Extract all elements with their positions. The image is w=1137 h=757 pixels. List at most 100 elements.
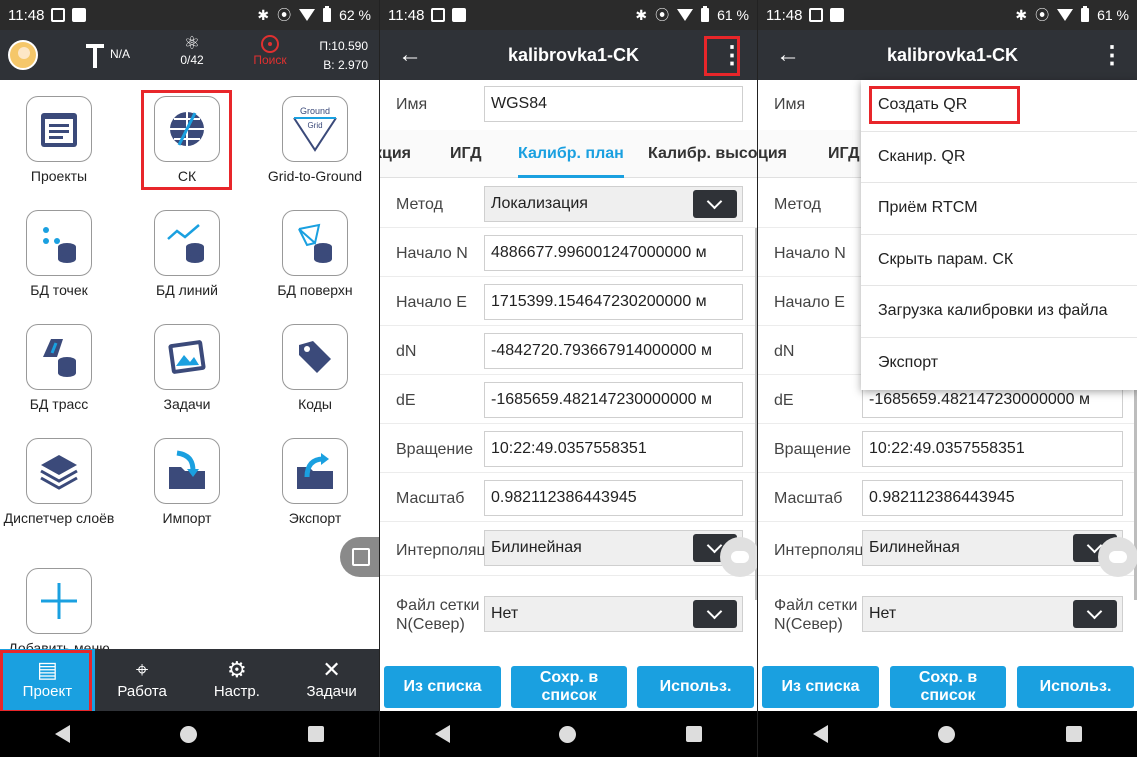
screen-title: kalibrovka1-CK <box>507 44 640 65</box>
field-label: Масштаб <box>774 489 843 507</box>
use-button[interactable]: Использ. <box>1017 666 1134 708</box>
tile-label: БД поверхн <box>277 282 353 298</box>
tile-grid-to-ground[interactable]: Ground Grid Grid-to-Ground <box>256 84 374 196</box>
tab-calib-plan[interactable]: Калибр. план <box>518 130 624 178</box>
more-options-icon[interactable]: ⋮ <box>1087 41 1137 70</box>
search-label: Поиск <box>253 53 287 67</box>
menu-item-scan-qr[interactable]: Сканир. QR <box>861 132 1137 183</box>
interpolation-select[interactable]: Билинейная <box>484 530 743 566</box>
tile-layer-manager[interactable]: Диспетчер слоёв <box>0 426 118 538</box>
surfaces-db-icon <box>282 210 348 276</box>
back-arrow-icon[interactable]: ← <box>758 41 818 69</box>
save-to-list-button[interactable]: Сохр. в список <box>511 666 627 708</box>
menu-item-export[interactable]: Экспорт <box>861 338 1137 390</box>
tile-codes[interactable]: Коды <box>256 312 374 424</box>
nav-settings[interactable]: ⚙ Настр. <box>190 649 285 711</box>
action-bar: Из списка Сохр. в список Использ. <box>380 660 757 710</box>
home-icon[interactable] <box>180 725 198 743</box>
recents-icon[interactable] <box>1065 726 1082 742</box>
home-icon[interactable] <box>938 725 956 743</box>
calibration-appbar: ← kalibrovka1-CK ⋮ <box>758 30 1137 80</box>
nav-label: Настр. <box>213 683 260 700</box>
tile-export[interactable]: Экспорт <box>256 426 374 538</box>
interpolation-select[interactable]: Билинейная <box>862 530 1123 566</box>
field-label: Метод <box>396 195 443 213</box>
back-icon[interactable] <box>55 725 71 743</box>
tab-igd[interactable]: ИГД <box>828 130 860 178</box>
field-label: dE <box>774 391 794 409</box>
rotation-input[interactable]: 10:22:49.0357558351 <box>862 431 1123 467</box>
tile-import[interactable]: Импорт <box>128 426 246 538</box>
nav-work[interactable]: ⌖ Работа <box>95 649 190 711</box>
scale-input[interactable]: 0.982112386443945 <box>862 480 1123 516</box>
tab-projection[interactable]: кция <box>758 130 787 178</box>
tab-calib-height[interactable]: Калибр. высо <box>648 130 757 178</box>
save-to-list-button[interactable]: Сохр. в список <box>890 666 1006 708</box>
select-value: Нет <box>491 605 519 622</box>
tile-routes-db[interactable]: БД трасс <box>0 312 118 424</box>
chevron-down-icon[interactable] <box>1073 600 1117 628</box>
search-status[interactable]: Поиск <box>248 33 292 67</box>
field-label: Метод <box>774 195 821 213</box>
rotation-input[interactable]: 10:22:49.0357558351 <box>484 431 743 467</box>
gnss-antenna-icon[interactable] <box>80 38 110 72</box>
use-button[interactable]: Использ. <box>637 666 754 708</box>
satellite-icon: ⚛ <box>183 33 201 53</box>
tile-surfaces-db[interactable]: БД поверхн <box>256 198 374 310</box>
recents-icon[interactable] <box>307 726 324 742</box>
field-label: dE <box>396 391 416 409</box>
tab-projection[interactable]: кция <box>380 130 411 178</box>
bluetooth-icon: ✱ <box>257 6 270 23</box>
status-icons: ✱ ⦿ 61 % <box>1015 5 1129 25</box>
from-list-button[interactable]: Из списка <box>384 666 501 708</box>
scale-input[interactable]: 0.982112386443945 <box>484 480 743 516</box>
cloud-icon[interactable] <box>1098 537 1137 577</box>
avatar[interactable] <box>8 40 38 70</box>
tile-projects[interactable]: Проекты <box>0 84 118 196</box>
grid-file-select[interactable]: Нет <box>862 596 1123 632</box>
tab-igd[interactable]: ИГД <box>450 130 482 178</box>
back-icon[interactable] <box>434 725 450 743</box>
grid-file-select[interactable]: Нет <box>484 596 743 632</box>
menu-item-hide-params[interactable]: Скрыть парам. СК <box>861 235 1137 286</box>
tile-points-db[interactable]: БД точек <box>0 198 118 310</box>
menu-item-load-calibration[interactable]: Загрузка калибровки из файла <box>861 286 1137 338</box>
import-icon <box>154 438 220 504</box>
tile-label: Добавить меню <box>8 640 110 649</box>
menu-item-receive-rtcm[interactable]: Приём RTCM <box>861 183 1137 235</box>
nav-label: Работа <box>117 683 167 700</box>
from-list-button[interactable]: Из списка <box>762 666 879 708</box>
satellite-status[interactable]: ⚛ 0/42 <box>172 33 212 67</box>
action-bar: Из списка Сохр. в список Использ. <box>758 660 1137 710</box>
bluetooth-icon: ✱ <box>1015 6 1028 23</box>
origin-n-input[interactable]: 4886677.996001247000000 м <box>484 235 743 271</box>
field-label: Имя <box>396 95 428 113</box>
origin-e-input[interactable]: 1715399.154647230200000 м <box>484 284 743 320</box>
tile-lines-db[interactable]: БД линий <box>128 198 246 310</box>
field-label: Начало N <box>396 244 468 262</box>
battery-level: 62 % <box>339 7 371 23</box>
chevron-down-icon[interactable] <box>693 600 737 628</box>
recents-icon[interactable] <box>686 726 703 742</box>
back-arrow-icon[interactable]: ← <box>380 41 440 69</box>
home-icon[interactable] <box>559 725 577 743</box>
back-icon[interactable] <box>813 725 829 743</box>
chevron-down-icon[interactable] <box>693 190 737 218</box>
method-select[interactable]: Локализация <box>484 186 743 222</box>
de-input[interactable]: -1685659.482147230000000 м <box>484 382 743 418</box>
tile-tasks[interactable]: Задачи <box>128 312 246 424</box>
cloud-icon[interactable] <box>720 537 757 577</box>
android-nav-bar <box>380 711 757 757</box>
dn-input[interactable]: -4842720.793667914000000 м <box>484 333 743 369</box>
name-input[interactable]: WGS84 <box>484 86 743 122</box>
survey-instrument-icon: ⌖ <box>135 657 149 682</box>
notification-icon <box>830 8 845 22</box>
nav-tasks[interactable]: ✕ Задачи <box>284 649 379 711</box>
tile-label: Экспорт <box>288 510 342 526</box>
calibration-menu-screen: 11:48 ✱ ⦿ 61 % ← kalibrovka1-CK ⋮ Имя WG… <box>758 0 1137 757</box>
tile-add-menu[interactable]: Добавить меню <box>0 556 118 649</box>
clock: 11:48 <box>8 6 45 24</box>
floating-play-button[interactable] <box>340 537 379 577</box>
android-nav-bar <box>0 711 379 757</box>
clock: 11:48 <box>388 6 425 24</box>
